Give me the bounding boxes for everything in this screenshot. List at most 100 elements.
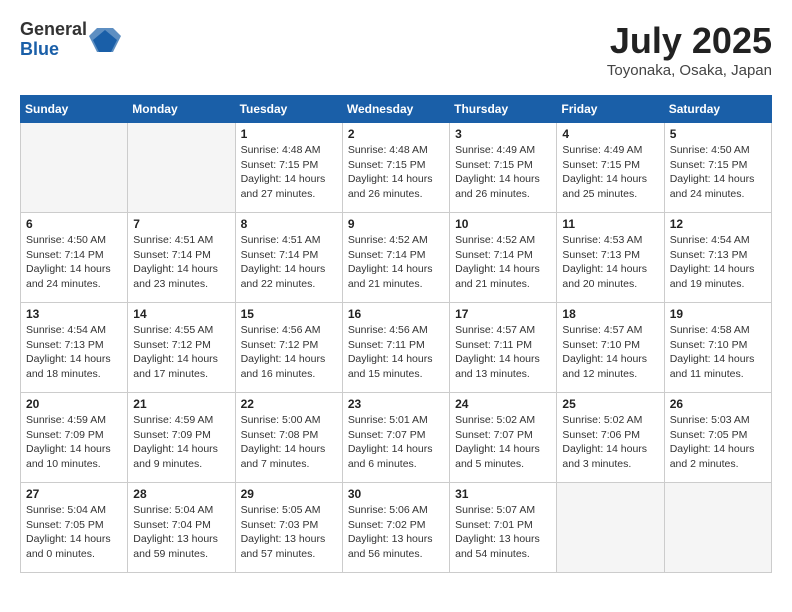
day-info: Sunrise: 4:48 AM Sunset: 7:15 PM Dayligh… <box>348 143 444 202</box>
day-number: 4 <box>562 127 658 141</box>
day-number: 6 <box>26 217 122 231</box>
weekday-header-thursday: Thursday <box>450 96 557 123</box>
day-info: Sunrise: 4:52 AM Sunset: 7:14 PM Dayligh… <box>348 233 444 292</box>
day-number: 21 <box>133 397 229 411</box>
day-info: Sunrise: 5:03 AM Sunset: 7:05 PM Dayligh… <box>670 413 766 472</box>
day-info: Sunrise: 4:55 AM Sunset: 7:12 PM Dayligh… <box>133 323 229 382</box>
logo-text: General Blue <box>20 20 87 60</box>
week-row-2: 6 Sunrise: 4:50 AM Sunset: 7:14 PM Daylig… <box>21 213 772 303</box>
day-number: 18 <box>562 307 658 321</box>
day-cell: 28 Sunrise: 5:04 AM Sunset: 7:04 PM Dayli… <box>128 483 235 573</box>
day-number: 7 <box>133 217 229 231</box>
day-cell: 12Sunrise: 4:54 AM Sunset: 7:13 PM Dayli… <box>664 213 771 303</box>
day-cell: 25 Sunrise: 5:02 AM Sunset: 7:06 PM Dayli… <box>557 393 664 483</box>
day-info: Sunrise: 5:00 AM Sunset: 7:08 PM Dayligh… <box>241 413 337 472</box>
day-number: 8 <box>241 217 337 231</box>
day-cell <box>128 123 235 213</box>
month-title: July 2025 <box>607 20 772 62</box>
day-cell: 15 Sunrise: 4:56 AM Sunset: 7:12 PM Dayli… <box>235 303 342 393</box>
day-number: 28 <box>133 487 229 501</box>
day-number: 25 <box>562 397 658 411</box>
weekday-header-saturday: Saturday <box>664 96 771 123</box>
day-cell: 6 Sunrise: 4:50 AM Sunset: 7:14 PM Daylig… <box>21 213 128 303</box>
day-info: Sunrise: 5:05 AM Sunset: 7:03 PM Dayligh… <box>241 503 337 562</box>
day-number: 15 <box>241 307 337 321</box>
day-number: 3 <box>455 127 551 141</box>
day-number: 16 <box>348 307 444 321</box>
day-cell: 3 Sunrise: 4:49 AM Sunset: 7:15 PM Daylig… <box>450 123 557 213</box>
day-info: Sunrise: 4:59 AM Sunset: 7:09 PM Dayligh… <box>26 413 122 472</box>
day-info: Sunrise: 4:48 AM Sunset: 7:15 PM Dayligh… <box>241 143 337 202</box>
day-number: 9 <box>348 217 444 231</box>
day-number: 14 <box>133 307 229 321</box>
weekday-header-friday: Friday <box>557 96 664 123</box>
day-cell: 23 Sunrise: 5:01 AM Sunset: 7:07 PM Dayli… <box>342 393 449 483</box>
calendar-table: SundayMondayTuesdayWednesdayThursdayFrid… <box>20 95 772 573</box>
weekday-header-sunday: Sunday <box>21 96 128 123</box>
day-info: Sunrise: 4:49 AM Sunset: 7:15 PM Dayligh… <box>562 143 658 202</box>
day-info: Sunrise: 4:49 AM Sunset: 7:15 PM Dayligh… <box>455 143 551 202</box>
day-number: 2 <box>348 127 444 141</box>
day-number: 26 <box>670 397 766 411</box>
day-info: Sunrise: 4:57 AM Sunset: 7:10 PM Dayligh… <box>562 323 658 382</box>
day-number: 11 <box>562 217 658 231</box>
day-info: Sunrise: 4:51 AM Sunset: 7:14 PM Dayligh… <box>133 233 229 292</box>
day-info: Sunrise: 4:54 AM Sunset: 7:13 PM Dayligh… <box>670 233 766 292</box>
day-cell: 30Sunrise: 5:06 AM Sunset: 7:02 PM Dayli… <box>342 483 449 573</box>
week-row-4: 20 Sunrise: 4:59 AM Sunset: 7:09 PM Dayli… <box>21 393 772 483</box>
day-number: 30 <box>348 487 444 501</box>
day-number: 19 <box>670 307 766 321</box>
day-cell: 31Sunrise: 5:07 AM Sunset: 7:01 PM Dayli… <box>450 483 557 573</box>
day-cell <box>21 123 128 213</box>
location: Toyonaka, Osaka, Japan <box>607 62 772 79</box>
weekday-header-row: SundayMondayTuesdayWednesdayThursdayFrid… <box>21 96 772 123</box>
day-number: 1 <box>241 127 337 141</box>
day-cell: 21 Sunrise: 4:59 AM Sunset: 7:09 PM Dayli… <box>128 393 235 483</box>
day-cell: 20 Sunrise: 4:59 AM Sunset: 7:09 PM Dayli… <box>21 393 128 483</box>
day-cell: 14 Sunrise: 4:55 AM Sunset: 7:12 PM Dayli… <box>128 303 235 393</box>
day-cell: 5Sunrise: 4:50 AM Sunset: 7:15 PM Daylig… <box>664 123 771 213</box>
logo-blue: Blue <box>20 40 87 60</box>
day-number: 20 <box>26 397 122 411</box>
day-cell: 8Sunrise: 4:51 AM Sunset: 7:14 PM Daylig… <box>235 213 342 303</box>
day-info: Sunrise: 4:52 AM Sunset: 7:14 PM Dayligh… <box>455 233 551 292</box>
day-cell: 4 Sunrise: 4:49 AM Sunset: 7:15 PM Daylig… <box>557 123 664 213</box>
day-info: Sunrise: 5:01 AM Sunset: 7:07 PM Dayligh… <box>348 413 444 472</box>
day-cell: 18 Sunrise: 4:57 AM Sunset: 7:10 PM Dayli… <box>557 303 664 393</box>
day-number: 22 <box>241 397 337 411</box>
day-info: Sunrise: 4:58 AM Sunset: 7:10 PM Dayligh… <box>670 323 766 382</box>
day-info: Sunrise: 5:04 AM Sunset: 7:05 PM Dayligh… <box>26 503 122 562</box>
day-number: 27 <box>26 487 122 501</box>
logo: General Blue <box>20 20 121 60</box>
day-number: 13 <box>26 307 122 321</box>
logo-icon <box>89 24 121 56</box>
day-number: 29 <box>241 487 337 501</box>
day-info: Sunrise: 4:56 AM Sunset: 7:11 PM Dayligh… <box>348 323 444 382</box>
day-info: Sunrise: 5:02 AM Sunset: 7:06 PM Dayligh… <box>562 413 658 472</box>
weekday-header-tuesday: Tuesday <box>235 96 342 123</box>
weekday-header-monday: Monday <box>128 96 235 123</box>
day-cell: 10Sunrise: 4:52 AM Sunset: 7:14 PM Dayli… <box>450 213 557 303</box>
week-row-5: 27 Sunrise: 5:04 AM Sunset: 7:05 PM Dayli… <box>21 483 772 573</box>
day-info: Sunrise: 4:59 AM Sunset: 7:09 PM Dayligh… <box>133 413 229 472</box>
day-cell: 17 Sunrise: 4:57 AM Sunset: 7:11 PM Dayli… <box>450 303 557 393</box>
title-block: July 2025 Toyonaka, Osaka, Japan <box>607 20 772 79</box>
day-number: 31 <box>455 487 551 501</box>
day-cell <box>664 483 771 573</box>
day-number: 5 <box>670 127 766 141</box>
day-info: Sunrise: 4:57 AM Sunset: 7:11 PM Dayligh… <box>455 323 551 382</box>
day-info: Sunrise: 4:56 AM Sunset: 7:12 PM Dayligh… <box>241 323 337 382</box>
day-number: 17 <box>455 307 551 321</box>
day-cell: 1 Sunrise: 4:48 AM Sunset: 7:15 PM Daylig… <box>235 123 342 213</box>
day-number: 23 <box>348 397 444 411</box>
day-cell: 11Sunrise: 4:53 AM Sunset: 7:13 PM Dayli… <box>557 213 664 303</box>
day-number: 24 <box>455 397 551 411</box>
weekday-header-wednesday: Wednesday <box>342 96 449 123</box>
day-cell: 22 Sunrise: 5:00 AM Sunset: 7:08 PM Dayli… <box>235 393 342 483</box>
day-cell: 13Sunrise: 4:54 AM Sunset: 7:13 PM Dayli… <box>21 303 128 393</box>
day-cell: 27 Sunrise: 5:04 AM Sunset: 7:05 PM Dayli… <box>21 483 128 573</box>
day-info: Sunrise: 5:02 AM Sunset: 7:07 PM Dayligh… <box>455 413 551 472</box>
day-info: Sunrise: 5:04 AM Sunset: 7:04 PM Dayligh… <box>133 503 229 562</box>
day-cell: 29 Sunrise: 5:05 AM Sunset: 7:03 PM Dayli… <box>235 483 342 573</box>
day-info: Sunrise: 4:50 AM Sunset: 7:14 PM Dayligh… <box>26 233 122 292</box>
